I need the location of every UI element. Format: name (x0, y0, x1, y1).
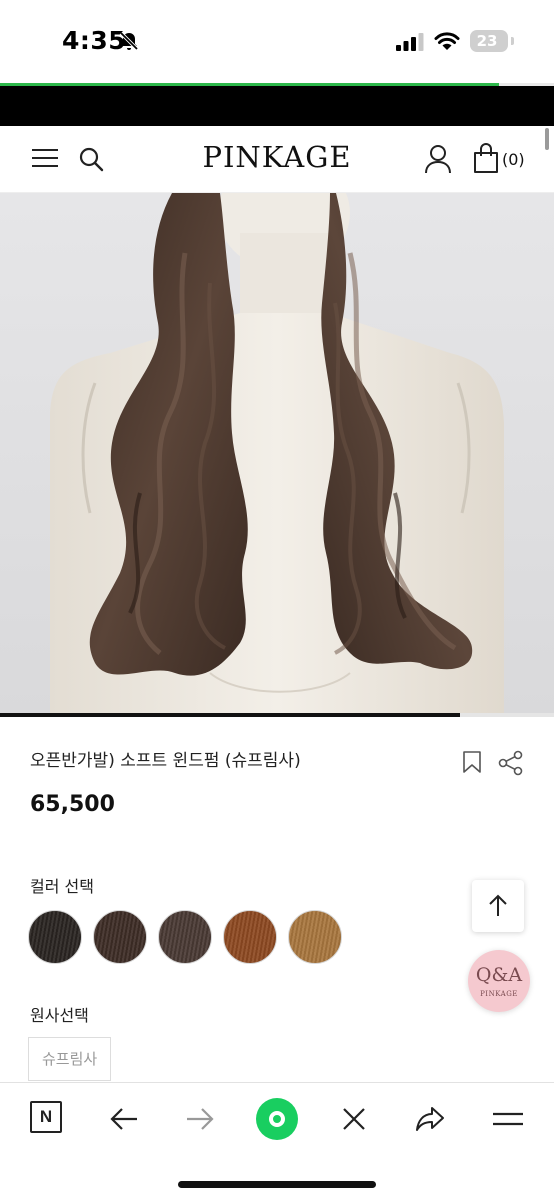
scroll-indicator (545, 128, 549, 150)
scroll-to-top-button[interactable] (472, 880, 524, 932)
forward-arrow-icon[interactable] (182, 1101, 218, 1137)
share-arrow-icon[interactable] (412, 1101, 448, 1137)
product-title: 오픈반가발) 소프트 윈드펌 (슈프림사) (30, 751, 301, 771)
green-home-icon[interactable] (256, 1098, 298, 1140)
color-swatch-3[interactable] (158, 910, 212, 964)
arrow-up-icon (489, 894, 507, 916)
status-bar: 4:35 23 (0, 0, 554, 86)
color-section-label: 컬러 선택 (30, 877, 94, 896)
user-icon[interactable] (424, 144, 452, 174)
gallery-slide-indicator (0, 713, 554, 717)
material-option-supreme[interactable]: 슈프림사 (28, 1037, 112, 1081)
back-arrow-icon[interactable] (106, 1101, 142, 1137)
share-icon[interactable] (498, 750, 524, 776)
site-header: PINKAGE (0) (0, 126, 554, 193)
cart-count[interactable]: (0) (502, 150, 525, 169)
color-swatch-2[interactable] (93, 910, 147, 964)
naver-n-icon[interactable]: N (30, 1101, 62, 1133)
color-swatch-5[interactable] (288, 910, 342, 964)
menu-icon[interactable] (490, 1101, 526, 1137)
top-banner (0, 86, 554, 126)
color-swatch-1[interactable] (28, 910, 82, 964)
site-logo[interactable]: PINKAGE (177, 140, 377, 174)
shopping-bag-icon[interactable] (472, 142, 500, 174)
qa-button-label: Q&A (475, 964, 523, 986)
bookmark-icon[interactable] (462, 750, 482, 774)
wig-mannequin-illustration (0, 193, 554, 713)
hamburger-menu-icon[interactable] (32, 146, 58, 170)
search-icon[interactable] (78, 146, 104, 172)
signal-icon (396, 33, 424, 51)
color-swatch-4[interactable] (223, 910, 277, 964)
gallery-slide-indicator-fill (0, 713, 460, 717)
product-image[interactable] (0, 193, 554, 713)
close-icon[interactable] (336, 1101, 372, 1137)
qa-button-brand: PINKAGE (480, 990, 518, 998)
qa-button[interactable]: Q&A PINKAGE (468, 950, 530, 1012)
status-time: 4:35 (62, 26, 127, 55)
material-section-label: 원사선택 (30, 1006, 89, 1025)
battery-level: 23 (476, 32, 498, 50)
home-indicator (178, 1181, 376, 1188)
battery-tip (511, 37, 514, 45)
bell-slash-icon (119, 31, 139, 51)
wifi-icon (434, 32, 460, 50)
product-price: 65,500 (30, 792, 115, 817)
battery-icon: 23 (470, 30, 508, 52)
